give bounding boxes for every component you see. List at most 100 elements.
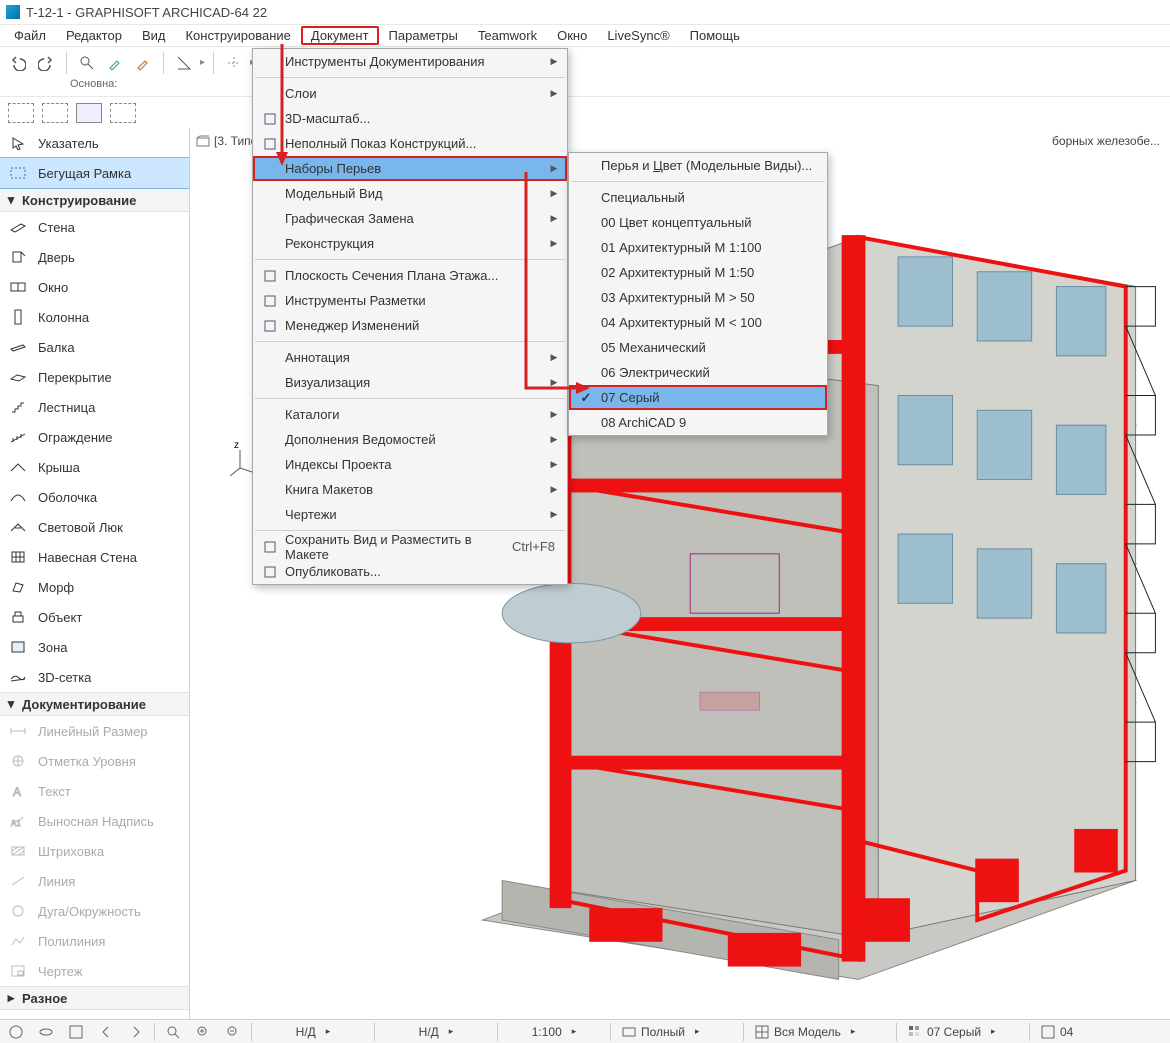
- menuitem[interactable]: Инструменты Разметки: [253, 288, 567, 313]
- menuitem[interactable]: 08 ArchiCAD 9: [569, 410, 827, 435]
- menuitem[interactable]: Графическая Замена▶: [253, 206, 567, 231]
- menu-teamwork[interactable]: Teamwork: [468, 26, 547, 45]
- sb-penset[interactable]: 07 Серый▸: [903, 1024, 1023, 1040]
- menuitem[interactable]: Модельный Вид▶: [253, 181, 567, 206]
- group-documentation[interactable]: ▾ Документирование: [0, 692, 189, 716]
- tool-dimension[interactable]: Линейный Размер: [0, 716, 189, 746]
- menuitem[interactable]: Книга Макетов▶: [253, 477, 567, 502]
- sb-last[interactable]: 04: [1036, 1024, 1077, 1040]
- tool-marquee[interactable]: Бегущая Рамка: [0, 158, 189, 188]
- tool-window[interactable]: Окно: [0, 272, 189, 302]
- menuitem[interactable]: 06 Электрический: [569, 360, 827, 385]
- menuitem[interactable]: 01 Архитектурный M 1:100: [569, 235, 827, 260]
- tool-roof[interactable]: Крыша: [0, 452, 189, 482]
- sb-orbit[interactable]: [34, 1024, 58, 1040]
- tool-slab[interactable]: Перекрытие: [0, 362, 189, 392]
- menuitem[interactable]: Неполный Показ Конструкций...: [253, 131, 567, 156]
- tool-hatch[interactable]: Штриховка: [0, 836, 189, 866]
- eyedropper-button[interactable]: [103, 51, 127, 75]
- menuitem[interactable]: 00 Цвет концептуальный: [569, 210, 827, 235]
- sel-variant-4[interactable]: [110, 103, 136, 123]
- menuitem[interactable]: Каталоги▶: [253, 402, 567, 427]
- menuitem[interactable]: 02 Архитектурный M 1:50: [569, 260, 827, 285]
- tool-zone[interactable]: Зона: [0, 632, 189, 662]
- sb-zoom-ext[interactable]: [64, 1024, 88, 1040]
- tool-text[interactable]: AТекст: [0, 776, 189, 806]
- tool-shell[interactable]: Оболочка: [0, 482, 189, 512]
- snaps-button[interactable]: [222, 51, 246, 75]
- menuitem[interactable]: Специальный: [569, 185, 827, 210]
- menuitem[interactable]: Реконструкция▶: [253, 231, 567, 256]
- group-misc[interactable]: ▸ Разное: [0, 986, 189, 1010]
- sel-variant-1[interactable]: [8, 103, 34, 123]
- tool-beam[interactable]: Балка: [0, 332, 189, 362]
- menuitem[interactable]: Наборы Перьев▶: [253, 156, 567, 181]
- menuitem[interactable]: Опубликовать...: [253, 559, 567, 584]
- menu-editor[interactable]: Редактор: [56, 26, 132, 45]
- menu-document[interactable]: Документ: [301, 26, 379, 45]
- menuitem[interactable]: Инструменты Документирования▶: [253, 49, 567, 74]
- pick-button[interactable]: [75, 51, 99, 75]
- inject-button[interactable]: [131, 51, 155, 75]
- menuitem[interactable]: 04 Архитектурный M < 100: [569, 310, 827, 335]
- tool-object[interactable]: Объект: [0, 602, 189, 632]
- tool-morph[interactable]: Морф: [0, 572, 189, 602]
- group-construction[interactable]: ▾ Конструирование: [0, 188, 189, 212]
- sb-nd2[interactable]: Н/Д▸: [381, 1025, 491, 1039]
- menuitem[interactable]: Чертежи▶: [253, 502, 567, 527]
- menuitem[interactable]: Аннотация▶: [253, 345, 567, 370]
- sel-variant-3[interactable]: [76, 103, 102, 123]
- tool-column[interactable]: Колонна: [0, 302, 189, 332]
- menuitem-label: Реконструкция: [281, 236, 547, 251]
- menu-file[interactable]: Файл: [4, 26, 56, 45]
- menu-window[interactable]: Окно: [547, 26, 597, 45]
- sb-model[interactable]: Вся Модель▸: [750, 1024, 890, 1040]
- menuitem[interactable]: Слои▶: [253, 81, 567, 106]
- sel-variant-2[interactable]: [42, 103, 68, 123]
- menuitem[interactable]: 03 Архитектурный M > 50: [569, 285, 827, 310]
- sb-next[interactable]: [124, 1024, 148, 1040]
- menu-help[interactable]: Помощь: [680, 26, 750, 45]
- menuitem[interactable]: Менеджер Изменений: [253, 313, 567, 338]
- section-icon: [259, 137, 281, 151]
- sb-zoom-out[interactable]: [221, 1024, 245, 1040]
- tool-label[interactable]: A1Выносная Надпись: [0, 806, 189, 836]
- tool-skylight[interactable]: Световой Люк: [0, 512, 189, 542]
- menuitem[interactable]: Плоскость Сечения Плана Этажа...: [253, 263, 567, 288]
- tool-drawing[interactable]: Чертеж: [0, 956, 189, 986]
- sb-prev[interactable]: [94, 1024, 118, 1040]
- menuitem[interactable]: Индексы Проекта▶: [253, 452, 567, 477]
- tool-wall[interactable]: Стена: [0, 212, 189, 242]
- tool-pointer[interactable]: Указатель: [0, 128, 189, 158]
- menu-parameters[interactable]: Параметры: [379, 26, 468, 45]
- menuitem[interactable]: Дополнения Ведомостей▶: [253, 427, 567, 452]
- menu-view[interactable]: Вид: [132, 26, 176, 45]
- sb-nav[interactable]: [4, 1024, 28, 1040]
- menuitem[interactable]: Визуализация▶: [253, 370, 567, 395]
- menuitem[interactable]: Сохранить Вид и Разместить в МакетеCtrl+…: [253, 534, 567, 559]
- sb-zoom-actual[interactable]: [161, 1024, 185, 1040]
- tool-polyline[interactable]: Полилиния: [0, 926, 189, 956]
- tool-railing[interactable]: Ограждение: [0, 422, 189, 452]
- redo-button[interactable]: [34, 51, 58, 75]
- submenu-arrow-icon: ▶: [547, 434, 561, 445]
- undo-button[interactable]: [6, 51, 30, 75]
- tool-level[interactable]: Отметка Уровня: [0, 746, 189, 776]
- sb-nd1[interactable]: Н/Д▸: [258, 1025, 368, 1039]
- tool-line[interactable]: Линия: [0, 866, 189, 896]
- tool-curtainwall[interactable]: Навесная Стена: [0, 542, 189, 572]
- sb-zoom-in[interactable]: [191, 1024, 215, 1040]
- menuitem[interactable]: 07 Серый: [569, 385, 827, 410]
- tool-stair[interactable]: Лестница: [0, 392, 189, 422]
- tool-door[interactable]: Дверь: [0, 242, 189, 272]
- sb-zoom[interactable]: Полный▸: [617, 1024, 737, 1040]
- menuitem[interactable]: 05 Механический: [569, 335, 827, 360]
- menu-construction[interactable]: Конструирование: [175, 26, 300, 45]
- angle-button[interactable]: [172, 51, 196, 75]
- sb-scale[interactable]: 1:100▸: [504, 1025, 604, 1039]
- menuitem[interactable]: 3D-масштаб...: [253, 106, 567, 131]
- menu-livesync[interactable]: LiveSync®: [597, 26, 679, 45]
- tool-arc[interactable]: Дуга/Окружность: [0, 896, 189, 926]
- menuitem[interactable]: Перья и Цвет (Модельные Виды)...: [569, 153, 827, 178]
- tool-mesh[interactable]: 3D-сетка: [0, 662, 189, 692]
